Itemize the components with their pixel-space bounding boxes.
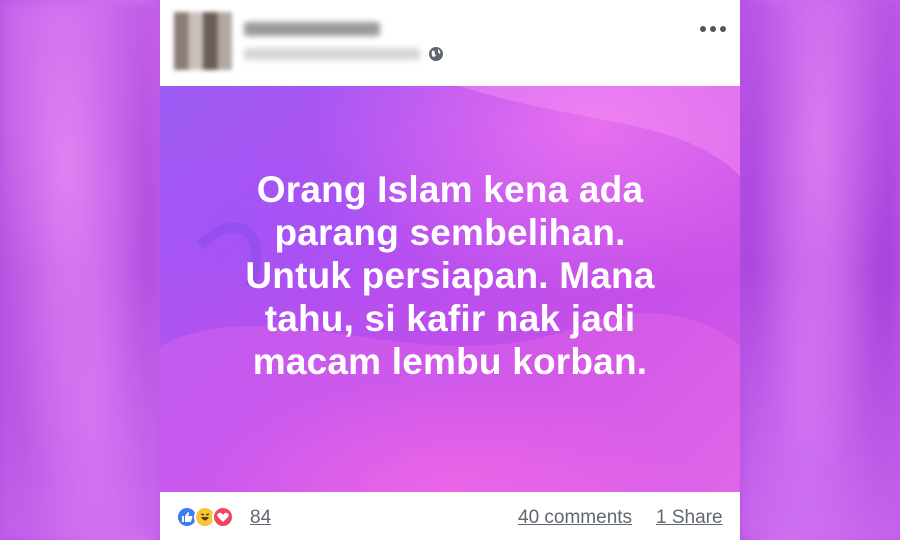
comments-link[interactable]: 40 comments [518, 507, 632, 529]
background-blur-left [0, 0, 160, 540]
post-text-line: parang sembelihan. [274, 212, 626, 253]
reaction-count[interactable]: 84 [250, 507, 271, 529]
post-header [160, 0, 740, 86]
blurred-post-timestamp[interactable] [244, 48, 420, 60]
background-blur-right [740, 0, 900, 540]
shares-link[interactable]: 1 Share [656, 507, 723, 529]
blurred-author-name[interactable] [244, 22, 380, 36]
more-dots-icon[interactable] [700, 22, 726, 36]
post-text-line: Orang Islam kena ada [256, 169, 644, 210]
facebook-post-card: Orang Islam kena ada parang sembelihan. … [160, 0, 740, 540]
globe-icon [429, 47, 443, 61]
love-icon [212, 506, 234, 528]
post-text-line: tahu, si kafir nak jadi [264, 298, 636, 339]
post-text: Orang Islam kena ada parang sembelihan. … [160, 168, 740, 383]
avatar[interactable] [174, 12, 232, 70]
post-text-line: Untuk persiapan. Mana [245, 255, 655, 296]
reaction-icons[interactable] [176, 506, 240, 528]
post-footer: 84 40 comments 1 Share [160, 492, 740, 540]
post-text-line: macam lembu korban. [252, 341, 648, 382]
